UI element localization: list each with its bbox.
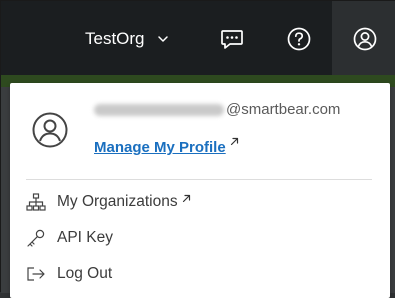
menu-item-log-out[interactable]: Log Out	[26, 260, 112, 288]
menu-item-label: My Organizations	[57, 193, 178, 210]
org-name: TestOrg	[85, 29, 145, 48]
chat-bubble-icon	[221, 30, 243, 49]
external-link-icon	[230, 137, 238, 146]
menu-item-my-organizations[interactable]: My Organizations	[26, 188, 191, 216]
help-button[interactable]	[285, 25, 313, 53]
profile-dropdown-menu: @smartbear.com Manage My Profile My Orga…	[10, 83, 390, 298]
redacted-email-name	[94, 103, 224, 116]
top-navigation-bar	[1, 1, 395, 75]
org-switcher[interactable]: TestOrg	[85, 29, 169, 49]
help-circle-icon	[287, 27, 311, 51]
manage-profile-label: Manage My Profile	[94, 139, 226, 156]
menu-divider	[26, 179, 372, 180]
user-email: @smartbear.com	[94, 101, 340, 118]
profile-button[interactable]	[351, 25, 379, 53]
user-circle-icon	[353, 27, 377, 51]
org-chart-icon	[26, 193, 48, 211]
external-link-icon	[182, 194, 190, 202]
manage-profile-link[interactable]: Manage My Profile	[94, 137, 239, 156]
key-icon	[26, 229, 48, 247]
menu-item-label: API Key	[57, 229, 113, 246]
menu-item-label: Log Out	[57, 265, 113, 282]
log-out-icon	[26, 265, 48, 283]
chat-button[interactable]	[218, 25, 246, 53]
user-avatar-icon	[32, 112, 68, 148]
chevron-down-icon	[157, 36, 168, 42]
menu-item-api-key[interactable]: API Key	[26, 224, 113, 252]
email-domain: @smartbear.com	[226, 101, 341, 118]
